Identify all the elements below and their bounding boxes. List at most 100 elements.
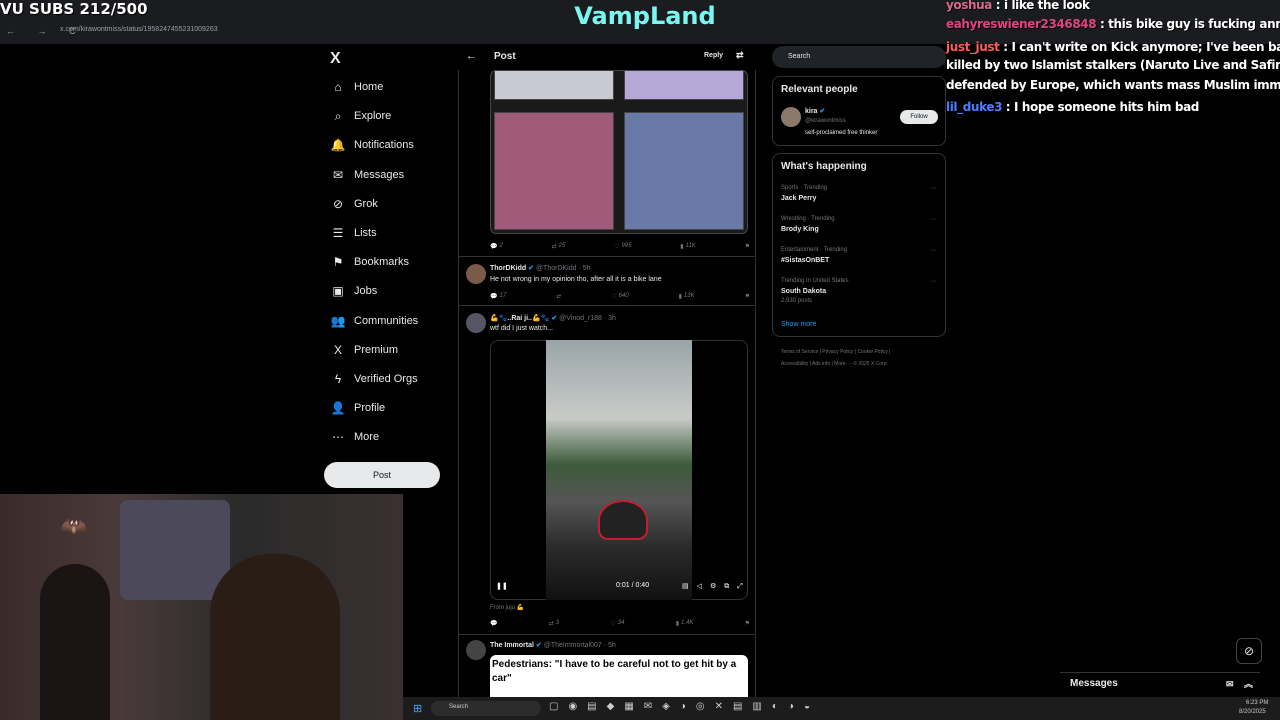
views-icon[interactable]: ▮ 11K <box>680 241 696 251</box>
settings-icon[interactable]: ⇄ <box>736 50 744 61</box>
chevron-up-icon[interactable]: ︽ <box>1244 673 1253 695</box>
trend-name[interactable]: South Dakota <box>781 288 826 295</box>
chat-username[interactable]: eahyreswiener2346848 <box>946 17 1097 31</box>
windows-start-icon[interactable]: ⊞ <box>413 702 422 715</box>
back-arrow-icon[interactable]: ← <box>466 50 477 62</box>
sidebar-item-explore[interactable]: ⌕ Explore <box>330 105 450 127</box>
tweet-actions: 💬 2 ⇄ 25 ♡ 995 ▮ 11K ⚑ <box>490 241 750 251</box>
quote-image-text[interactable]: Pedestrians: "I have to be careful not t… <box>490 655 748 697</box>
notifications-icon: 🔔 <box>330 138 346 153</box>
tweet-actions: 💬 ⇄ 3 ♡ 34 ▮ 1.4K ⚑ <box>490 618 750 628</box>
more-options-icon[interactable]: ··· <box>930 216 937 223</box>
subs-counter: VU SUBS 212/500 <box>0 0 148 18</box>
bookmark-icon[interactable]: ⚑ <box>745 618 750 628</box>
sidebar-item-label: Lists <box>354 227 377 239</box>
post-button[interactable]: Post <box>324 462 440 488</box>
chat-message: yoshua : i like the look <box>946 0 1090 12</box>
tweet-text: wtf did I just watch... <box>490 325 554 332</box>
more-options-icon[interactable]: ··· <box>930 278 937 285</box>
sidebar-item-messages[interactable]: ✉ Messages <box>330 164 450 186</box>
tweet-author[interactable]: The Immortal ✔ @TheImmortal007 · 5h <box>490 641 616 649</box>
avatar[interactable] <box>466 264 486 284</box>
sidebar-item-lists[interactable]: ☰ Lists <box>330 222 450 244</box>
messages-icon: ✉ <box>332 167 344 182</box>
avatar[interactable] <box>466 313 486 333</box>
messages-drawer[interactable]: Messages ✉ ︽ <box>1060 672 1260 696</box>
avatar[interactable] <box>781 107 801 127</box>
new-message-icon[interactable]: ✉ <box>1226 673 1234 695</box>
bookmark-icon[interactable]: ⚑ <box>745 291 750 301</box>
sidebar-item-more[interactable]: ⋯ More <box>330 426 450 448</box>
tweet-author[interactable]: ThorDKidd ✔ @ThorDKidd · 5h <box>490 264 591 272</box>
sidebar-item-label: Grok <box>354 197 378 210</box>
webcam-feed: 🦇 <box>0 494 403 720</box>
chat-username[interactable]: yoshua <box>946 0 992 12</box>
trend-name[interactable]: Brody King <box>781 226 819 233</box>
person-name[interactable]: kira ✔ <box>805 107 825 115</box>
footer-links[interactable]: Terms of Service | Privacy Policy | Cook… <box>781 349 890 355</box>
clock-time: 6:23 PM <box>1246 700 1269 706</box>
chat-username[interactable]: lil_duke3 <box>946 100 1002 114</box>
comic-panel <box>624 70 744 100</box>
grok-icon: ⊘ <box>332 196 344 211</box>
video-options-icon[interactable]: ▤◁⚙⧉⤢ <box>682 582 751 591</box>
trend-posts: 2,930 posts <box>781 298 813 304</box>
like-icon[interactable]: ♡ 995 <box>614 241 631 251</box>
footer-links[interactable]: Accessibility | Ads info | More ··· © 20… <box>781 361 888 367</box>
bookmark-icon[interactable]: ⚑ <box>745 241 750 251</box>
taskbar-apps-icon[interactable]: ▢◉▤◆▦✉◈◑◎✕▤▥◐◑◒ <box>549 701 820 712</box>
views-icon[interactable]: ▮ 1.4K <box>676 618 694 628</box>
reply-icon[interactable]: 💬 2 <box>490 241 503 251</box>
trend-name[interactable]: Jack Perry <box>781 195 816 202</box>
sidebar-item-premium[interactable]: X Premium <box>330 339 450 361</box>
video-controls[interactable]: ❚❚ 0:01 / 0:40 ▤◁⚙⧉⤢ <box>496 582 746 594</box>
person-right <box>210 554 340 720</box>
follow-button[interactable]: Follow <box>900 110 938 124</box>
repost-icon[interactable]: ⇄ 25 <box>552 241 566 251</box>
sidebar-item-communities[interactable]: 👥 Communities <box>330 310 450 332</box>
chat-message: defended by Europe, which wants mass Mus… <box>946 78 1280 92</box>
x-logo-icon[interactable]: X <box>330 50 341 68</box>
reply-icon[interactable]: 💬 <box>490 618 497 628</box>
explore-icon: ⌕ <box>334 108 342 123</box>
sidebar-item-jobs[interactable]: ▣ Jobs <box>330 280 450 302</box>
sidebar-item-bookmarks[interactable]: ⚑ Bookmarks <box>330 251 450 273</box>
chat-text: defended by Europe, which wants mass Mus… <box>946 78 1280 92</box>
comic-panel <box>494 112 614 230</box>
avatar[interactable] <box>466 640 486 660</box>
trend-name[interactable]: #SistasOnBET <box>781 257 829 264</box>
search-input[interactable]: Search <box>772 46 946 68</box>
pause-icon[interactable]: ❚❚ <box>496 582 508 590</box>
sidebar-item-verified-orgs[interactable]: ϟ Verified Orgs <box>330 368 450 390</box>
more-options-icon[interactable]: ··· <box>930 185 937 192</box>
like-icon[interactable]: ♡ 640 <box>611 291 628 301</box>
views-icon[interactable]: ▮ 13K <box>679 291 695 301</box>
verified-orgs-icon: ϟ <box>334 372 342 386</box>
sidebar-item-notifications[interactable]: 🔔 Notifications <box>330 134 450 156</box>
sidebar-item-label: Home <box>354 81 384 93</box>
lists-icon: ☰ <box>332 226 344 240</box>
sidebar-item-grok[interactable]: ⊘ Grok <box>330 193 450 215</box>
grok-icon[interactable]: ⊘ <box>1236 638 1262 664</box>
video-frame[interactable] <box>546 340 692 600</box>
tweet-author[interactable]: 💪🐾..Rai ji..💪🐾 ✔ @Vinod_r188 · 3h <box>490 314 616 322</box>
video-source[interactable]: From juju 💪 <box>490 604 524 611</box>
person-left <box>40 564 110 720</box>
more-options-icon[interactable]: ··· <box>930 247 937 254</box>
chat-text: : this bike guy is fucking annoy <box>1096 17 1280 31</box>
sidebar-item-profile[interactable]: 👤 Profile <box>330 397 450 419</box>
reply-icon[interactable]: 💬 17 <box>490 291 506 301</box>
motorcycle-image <box>598 500 648 540</box>
show-more-link[interactable]: Show more <box>781 321 816 328</box>
sidebar-item-home[interactable]: ⌂ Home <box>330 76 450 98</box>
repost-icon[interactable]: ⇄ 3 <box>549 618 559 628</box>
reply-button[interactable]: Reply <box>704 52 723 59</box>
chat-message: eahyreswiener2346848 : this bike guy is … <box>946 17 1280 31</box>
sidebar-item-label: Jobs <box>354 285 378 298</box>
jobs-icon: ▣ <box>332 284 344 299</box>
repost-icon[interactable]: ⇄ <box>556 291 561 301</box>
sidebar-item-label: Verified Orgs <box>354 373 418 385</box>
like-icon[interactable]: ♡ 34 <box>610 618 624 628</box>
taskbar-search[interactable]: Search <box>431 701 541 716</box>
chat-username[interactable]: just_just <box>946 40 1000 54</box>
